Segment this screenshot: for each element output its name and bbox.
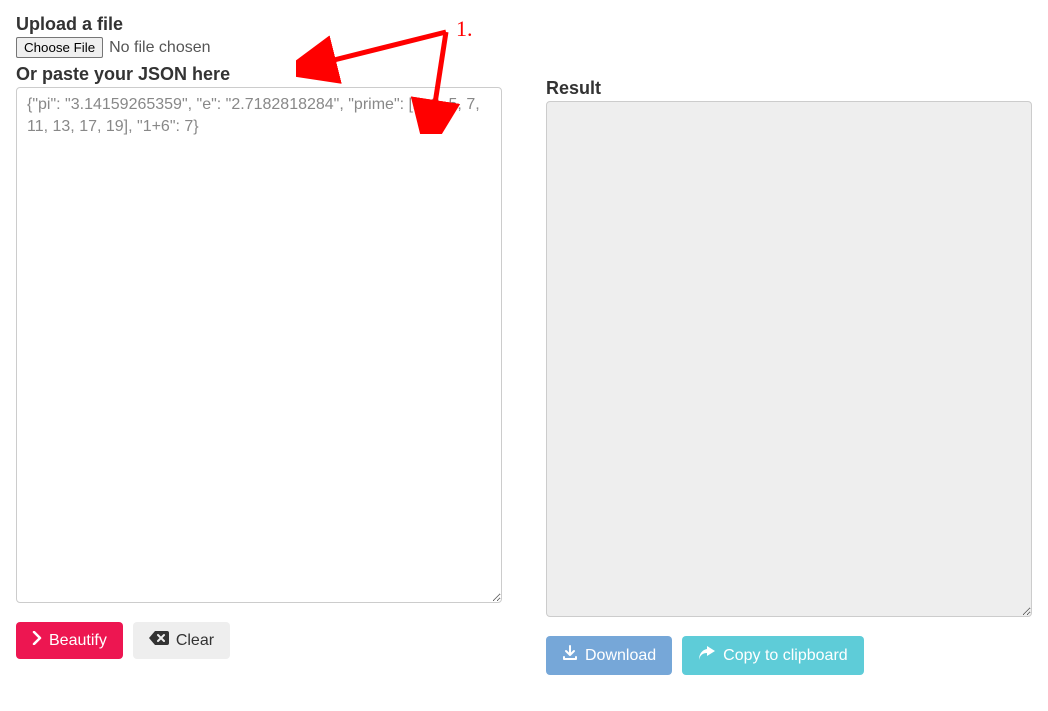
choose-file-button[interactable]: Choose File	[16, 37, 103, 58]
beautify-button[interactable]: Beautify	[16, 622, 123, 659]
result-label: Result	[546, 78, 1032, 99]
copy-clipboard-button-label: Copy to clipboard	[723, 646, 848, 665]
json-input-textarea[interactable]	[16, 87, 502, 603]
clear-button[interactable]: Clear	[133, 622, 230, 659]
paste-json-label: Or paste your JSON here	[16, 64, 502, 85]
copy-clipboard-button[interactable]: Copy to clipboard	[682, 636, 864, 675]
clear-button-label: Clear	[176, 631, 214, 650]
upload-file-label: Upload a file	[16, 14, 502, 35]
file-status-text: No file chosen	[109, 39, 210, 57]
share-icon	[698, 645, 716, 666]
download-button[interactable]: Download	[546, 636, 672, 675]
result-textarea[interactable]	[546, 101, 1032, 617]
download-button-label: Download	[585, 646, 656, 665]
download-icon	[562, 645, 578, 666]
chevron-right-icon	[32, 631, 42, 650]
beautify-button-label: Beautify	[49, 631, 107, 650]
annotation-number: 1.	[456, 16, 473, 42]
clear-icon	[149, 631, 169, 650]
